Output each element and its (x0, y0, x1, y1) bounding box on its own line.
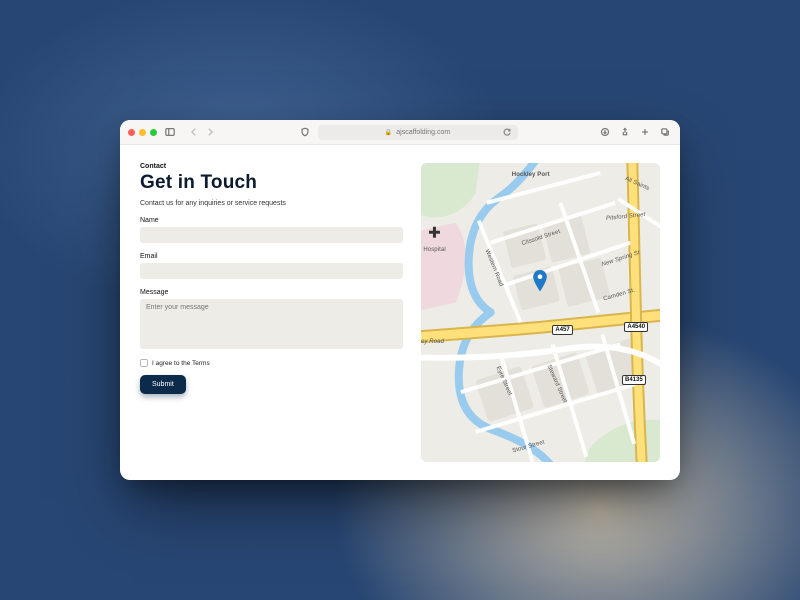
downloads-icon[interactable] (598, 125, 612, 139)
address-bar[interactable]: 🔒 ajscaffolding.com (318, 125, 518, 140)
road-badge-a4540: A4540 (624, 322, 648, 332)
reload-icon[interactable] (500, 125, 514, 139)
window-controls[interactable] (128, 129, 157, 136)
terms-label: I agree to the Terms (152, 360, 210, 367)
name-label: Name (140, 217, 403, 224)
road-badge-b4135: B4135 (622, 375, 646, 385)
browser-toolbar: 🔒 ajscaffolding.com (120, 120, 680, 145)
page-content: Contact Get in Touch Contact us for any … (120, 145, 680, 480)
map-label-hospital: Hospital (423, 247, 445, 253)
email-input[interactable] (140, 263, 403, 279)
tabs-overview-icon[interactable] (658, 125, 672, 139)
message-textarea[interactable] (140, 299, 403, 349)
road-badge-a457: A457 (552, 325, 572, 335)
page-subtitle: Contact us for any inquiries or service … (140, 200, 403, 207)
share-icon[interactable] (618, 125, 632, 139)
forward-button[interactable] (203, 125, 217, 139)
submit-button[interactable]: Submit (140, 375, 186, 394)
page-title: Get in Touch (140, 172, 403, 194)
sidebar-toggle-icon[interactable] (163, 125, 177, 139)
contact-form-panel: Contact Get in Touch Contact us for any … (140, 163, 403, 462)
email-label: Email (140, 253, 403, 260)
browser-window: 🔒 ajscaffolding.com Contact Get in Touch… (120, 120, 680, 480)
terms-checkbox[interactable] (140, 359, 148, 367)
map-label-hockley-port: Hockley Port (512, 172, 550, 178)
location-map[interactable]: Hockley Port All Saints Pitsford Street … (421, 163, 660, 462)
map-label-ew-road: ey Road (421, 339, 444, 345)
section-eyebrow: Contact (140, 163, 403, 170)
message-label: Message (140, 289, 403, 296)
fullscreen-window-button[interactable] (150, 129, 157, 136)
lock-icon: 🔒 (385, 129, 392, 136)
map-canvas (421, 163, 660, 462)
close-window-button[interactable] (128, 129, 135, 136)
name-input[interactable] (140, 227, 403, 243)
url-text: ajscaffolding.com (396, 129, 450, 136)
minimize-window-button[interactable] (139, 129, 146, 136)
map-pin-icon (532, 270, 548, 292)
new-tab-icon[interactable] (638, 125, 652, 139)
back-button[interactable] (187, 125, 201, 139)
terms-row[interactable]: I agree to the Terms (140, 359, 403, 367)
privacy-shield-icon[interactable] (298, 125, 312, 139)
